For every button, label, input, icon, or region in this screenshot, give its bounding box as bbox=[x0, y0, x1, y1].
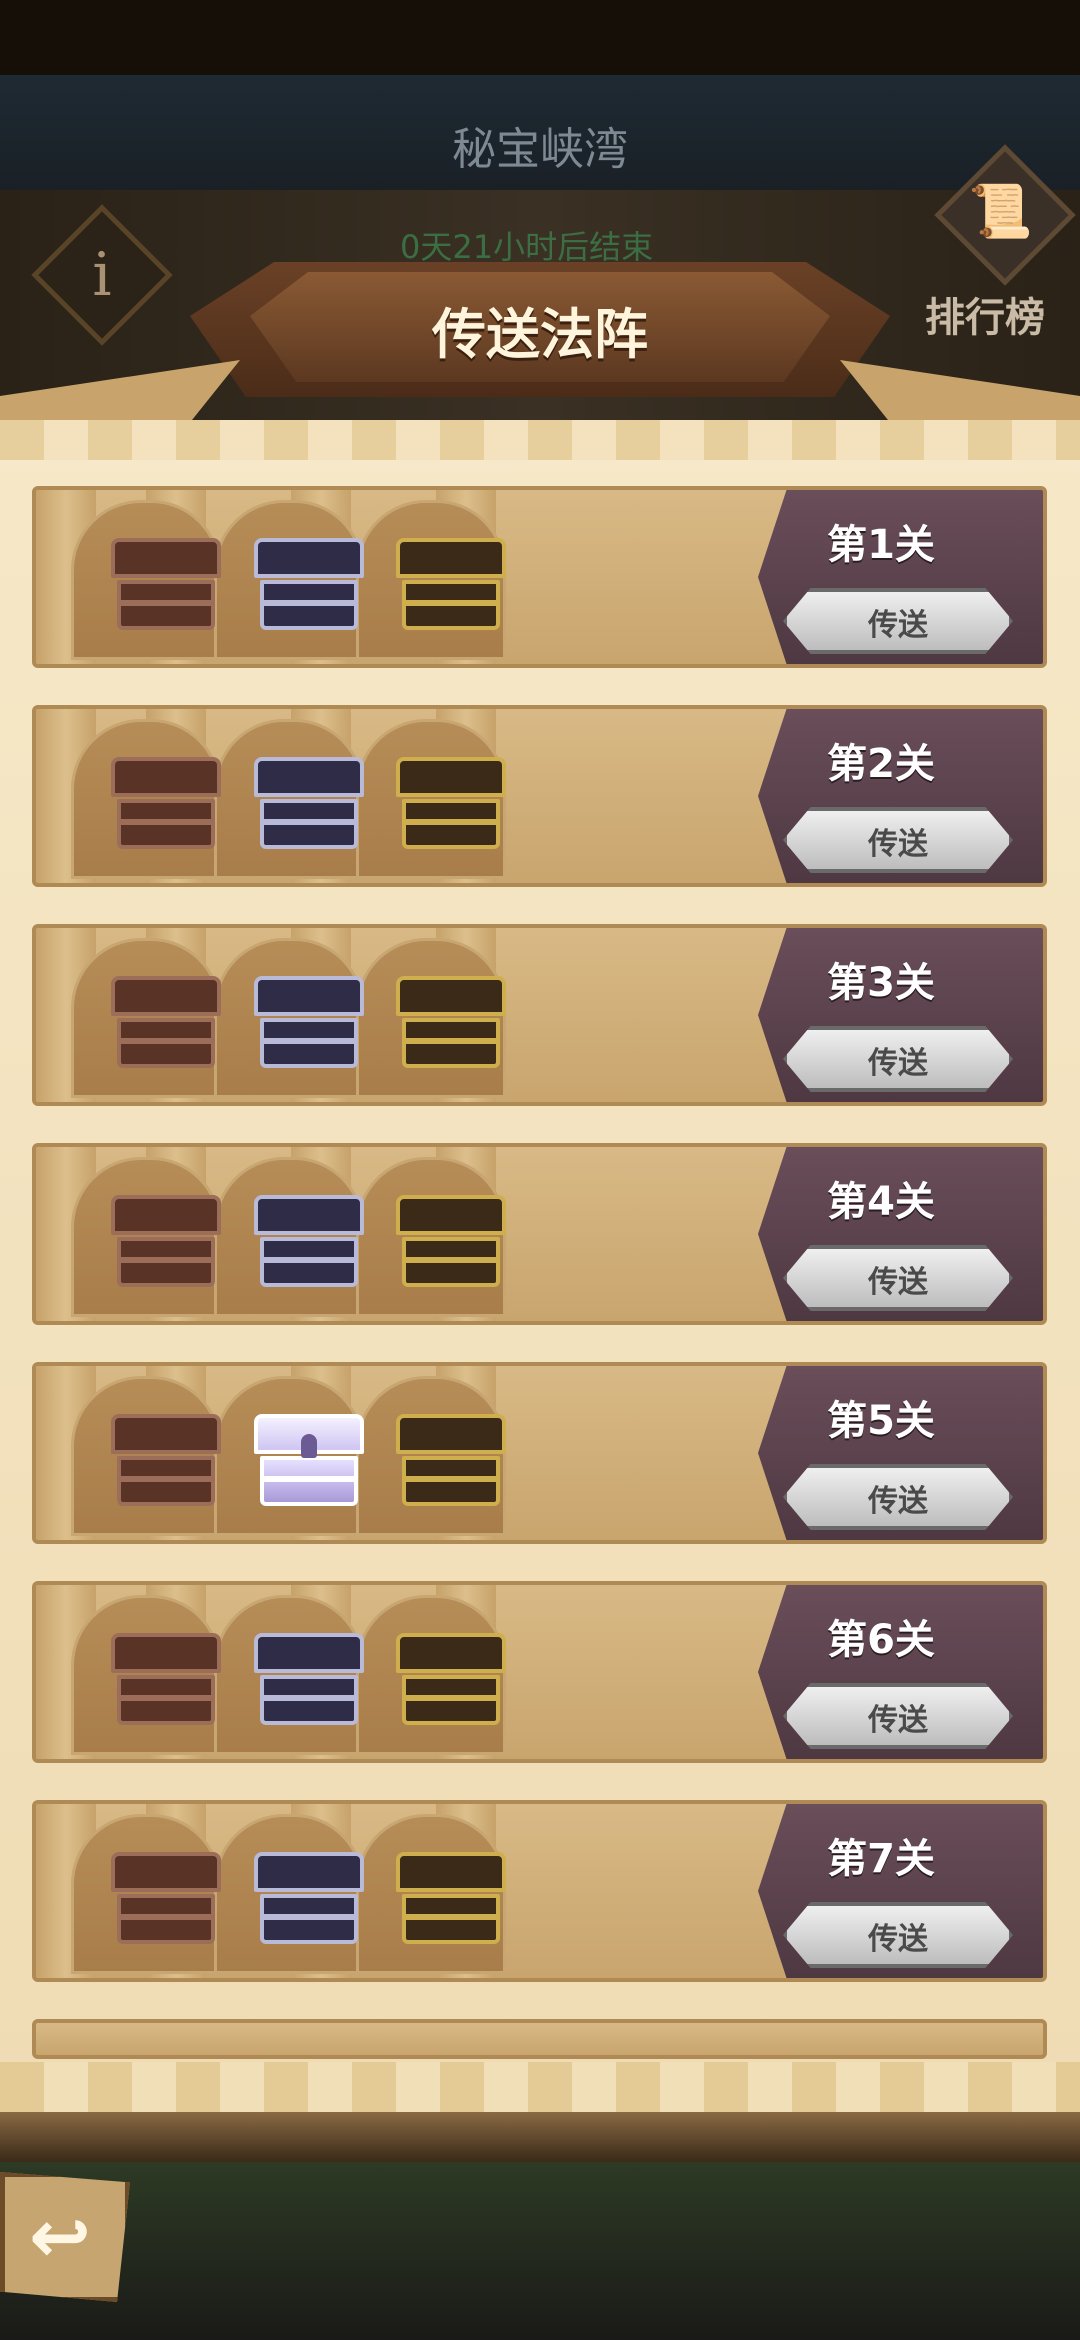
info-icon[interactable]: i bbox=[52, 225, 152, 325]
teleport-button-label[interactable]: 传送 bbox=[783, 1914, 1013, 1958]
bronze-chest-icon[interactable] bbox=[111, 1633, 221, 1725]
silver-chest-icon[interactable] bbox=[254, 538, 364, 630]
teleport-button-label[interactable]: 传送 bbox=[783, 819, 1013, 863]
silver-chest-icon[interactable] bbox=[254, 757, 364, 849]
stage-label: 第3关 bbox=[827, 960, 935, 1006]
teleport-button-label[interactable]: 传送 bbox=[783, 600, 1013, 644]
stage-row: 第1关传送 bbox=[32, 486, 1047, 668]
bronze-chest-icon[interactable] bbox=[111, 538, 221, 630]
panel-title: 传送法阵 bbox=[432, 303, 648, 366]
stage-row: 第7关传送 bbox=[32, 1800, 1047, 1982]
stage-label: 第5关 bbox=[827, 1398, 935, 1444]
silver-chest-icon[interactable] bbox=[254, 1195, 364, 1287]
teleport-button-label[interactable]: 传送 bbox=[783, 1695, 1013, 1739]
gold-chest-icon[interactable] bbox=[396, 976, 506, 1068]
stage-row: 第6关传送 bbox=[32, 1581, 1047, 1763]
bronze-chest-icon[interactable] bbox=[111, 1195, 221, 1287]
stage-list: 第1关 传送 第2关 传送 第3关 传送 第4关 传送 第5关 传送 第6关 传送 第7关 传送 bbox=[32, 486, 1047, 2096]
bronze-chest-icon[interactable] bbox=[111, 1414, 221, 1506]
silver-chest-icon[interactable] bbox=[254, 1633, 364, 1725]
gold-chest-icon[interactable] bbox=[396, 1414, 506, 1506]
gold-chest-icon[interactable] bbox=[396, 757, 506, 849]
silver-chest-icon[interactable] bbox=[254, 976, 364, 1068]
stage-label: 第7关 bbox=[827, 1836, 935, 1882]
bottom-scene bbox=[0, 2162, 1080, 2340]
teleport-button-label[interactable]: 传送 bbox=[783, 1476, 1013, 1520]
gold-chest-icon[interactable] bbox=[396, 1852, 506, 1944]
stage-row: 第2关传送 bbox=[32, 705, 1047, 887]
silver-chest-icon[interactable] bbox=[254, 1852, 364, 1944]
gold-chest-icon[interactable] bbox=[396, 1195, 506, 1287]
status-bar bbox=[0, 0, 1080, 75]
bronze-chest-icon[interactable] bbox=[111, 757, 221, 849]
bronze-chest-icon[interactable] bbox=[111, 1852, 221, 1944]
location-title: 秘宝峡湾 bbox=[452, 124, 628, 175]
event-timer: 0天21小时后结束 bbox=[400, 228, 654, 266]
scroll-icon[interactable]: 📜 bbox=[968, 180, 1033, 244]
bottom-frame bbox=[0, 2112, 1080, 2162]
stage-row: 第4关传送 bbox=[32, 1143, 1047, 1325]
stage-row: 第3关传送 bbox=[32, 924, 1047, 1106]
teleport-button-label[interactable]: 传送 bbox=[783, 1257, 1013, 1301]
panel-bottom-edge bbox=[0, 2062, 1080, 2112]
bronze-chest-icon[interactable] bbox=[111, 976, 221, 1068]
stage-row: 第5关传送 bbox=[32, 1362, 1047, 1544]
teleport-button-label[interactable]: 传送 bbox=[783, 1038, 1013, 1082]
stage-label: 第6关 bbox=[827, 1617, 935, 1663]
top-bar: 秘宝峡湾 bbox=[0, 75, 1080, 194]
gold-chest-icon[interactable] bbox=[396, 1633, 506, 1725]
gold-chest-icon[interactable] bbox=[396, 538, 506, 630]
stage-label: 第4关 bbox=[827, 1179, 935, 1225]
leaderboard-label[interactable]: 排行榜 bbox=[900, 285, 1070, 343]
silver-opened-chest-icon[interactable] bbox=[254, 1414, 364, 1506]
back-arrow-icon[interactable]: ↩ bbox=[0, 2172, 120, 2302]
stage-label: 第1关 bbox=[827, 522, 935, 568]
panel-top-edge bbox=[0, 420, 1080, 460]
stage-label: 第2关 bbox=[827, 741, 935, 787]
stage-row-partial bbox=[32, 2019, 1047, 2059]
